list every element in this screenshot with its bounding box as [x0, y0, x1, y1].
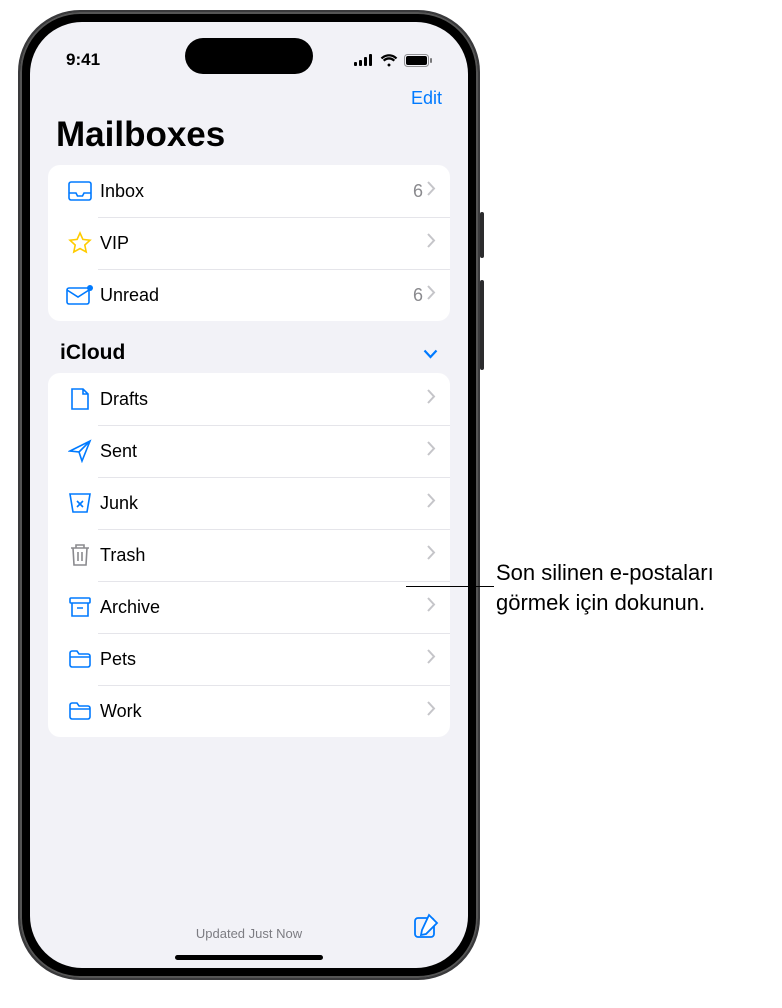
folder-icon	[62, 701, 98, 721]
chevron-right-icon	[427, 233, 436, 253]
mailbox-inbox[interactable]: Inbox 6	[48, 165, 450, 217]
chevron-right-icon	[427, 285, 436, 305]
screen: 9:41 Edit Mailboxes Inbox 6	[30, 22, 468, 968]
row-label: Sent	[98, 441, 427, 462]
sent-icon	[62, 439, 98, 463]
footer-status: Updated Just Now	[196, 926, 302, 941]
chevron-right-icon	[427, 649, 436, 669]
drafts-icon	[62, 387, 98, 411]
row-label: Junk	[98, 493, 427, 514]
battery-icon	[404, 54, 432, 67]
mailbox-junk[interactable]: Junk	[48, 477, 450, 529]
chevron-right-icon	[427, 441, 436, 461]
folder-icon	[62, 649, 98, 669]
icloud-group: Drafts Sent Junk	[48, 373, 450, 737]
chevron-right-icon	[427, 701, 436, 721]
mailbox-drafts[interactable]: Drafts	[48, 373, 450, 425]
mailbox-sent[interactable]: Sent	[48, 425, 450, 477]
chevron-right-icon	[427, 545, 436, 565]
inbox-icon	[62, 181, 98, 201]
mailbox-folder-work[interactable]: Work	[48, 685, 450, 737]
home-indicator	[175, 955, 323, 960]
dynamic-island	[185, 38, 313, 74]
status-right	[354, 54, 432, 67]
archive-icon	[62, 596, 98, 618]
mailbox-trash[interactable]: Trash	[48, 529, 450, 581]
callout-text: Son silinen e-postaları görmek için doku…	[496, 558, 776, 617]
phone-frame: 9:41 Edit Mailboxes Inbox 6	[18, 10, 480, 980]
row-count: 6	[413, 181, 423, 202]
side-button	[480, 212, 484, 258]
chevron-right-icon	[427, 389, 436, 409]
section-title: iCloud	[60, 341, 125, 365]
row-label: Archive	[98, 597, 427, 618]
row-label: Pets	[98, 649, 427, 670]
row-label: Drafts	[98, 389, 427, 410]
cellular-icon	[354, 54, 374, 66]
star-icon	[62, 231, 98, 255]
row-label: Trash	[98, 545, 427, 566]
junk-icon	[62, 492, 98, 514]
favorites-group: Inbox 6 VIP Unread	[48, 165, 450, 321]
mailbox-unread[interactable]: Unread 6	[48, 269, 450, 321]
page-title: Mailboxes	[30, 111, 468, 165]
callout-line	[406, 586, 494, 587]
wifi-icon	[380, 54, 398, 67]
side-button	[480, 280, 484, 370]
nav-bar: Edit	[30, 80, 468, 111]
chevron-right-icon	[427, 493, 436, 513]
status-time: 9:41	[66, 50, 100, 70]
row-label: Inbox	[98, 181, 413, 202]
row-label: Work	[98, 701, 427, 722]
chevron-right-icon	[427, 597, 436, 617]
section-header-icloud[interactable]: iCloud	[48, 321, 450, 373]
edit-button[interactable]: Edit	[411, 88, 442, 109]
mailbox-archive[interactable]: Archive	[48, 581, 450, 633]
mailbox-folder-pets[interactable]: Pets	[48, 633, 450, 685]
row-label: VIP	[98, 233, 423, 254]
unread-icon	[62, 285, 98, 305]
chevron-right-icon	[427, 181, 436, 201]
chevron-down-icon	[423, 341, 438, 365]
mailbox-vip[interactable]: VIP	[48, 217, 450, 269]
row-label: Unread	[98, 285, 413, 306]
compose-button[interactable]	[412, 912, 440, 945]
trash-icon	[62, 543, 98, 567]
row-count: 6	[413, 285, 423, 306]
content: Inbox 6 VIP Unread	[30, 165, 468, 898]
